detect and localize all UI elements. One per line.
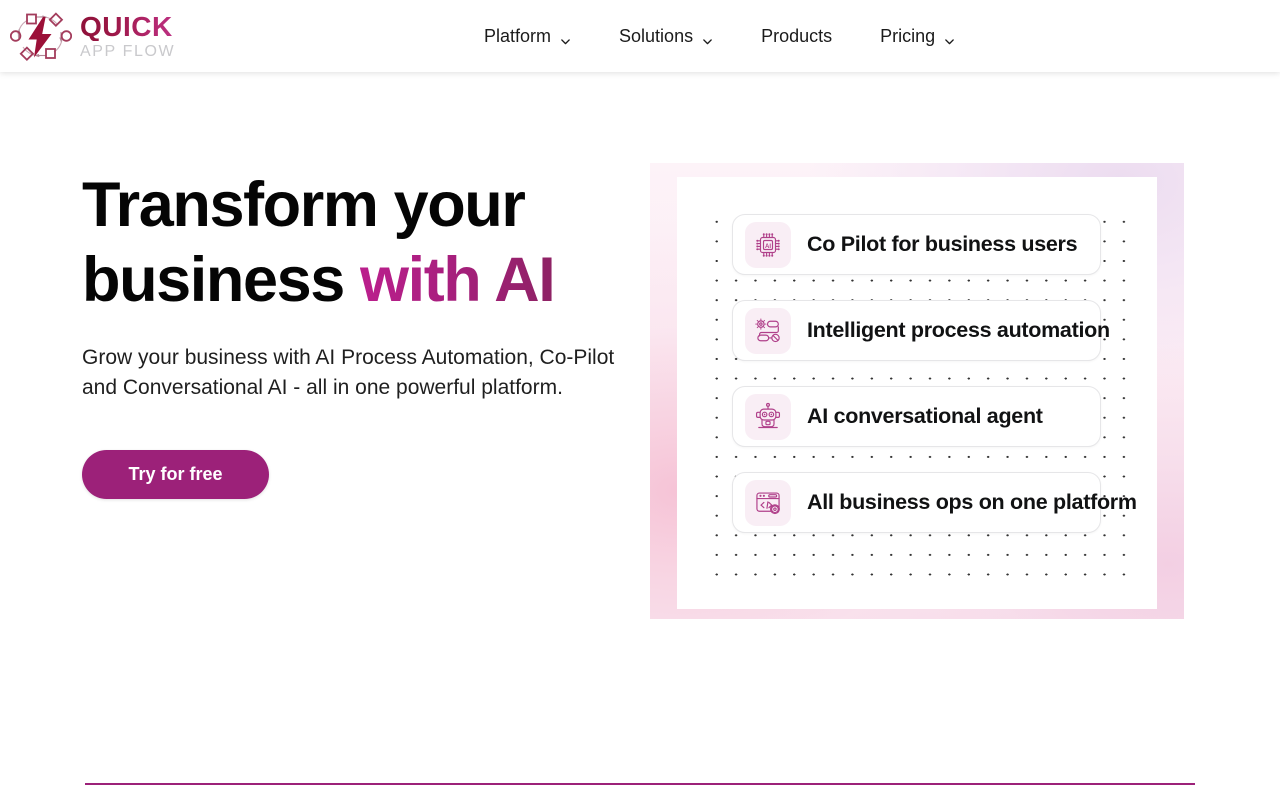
headline-line-1: Transform your	[82, 170, 526, 240]
hero-visual-inner-card: AI Co Pilot for business users Intellige…	[677, 177, 1157, 609]
hero-subheadline: Grow your business with AI Process Autom…	[82, 346, 615, 399]
feature-card-label: Co Pilot for business users	[807, 232, 1078, 256]
process-workflow-icon	[745, 307, 791, 354]
nav-item-solutions[interactable]: Solutions	[595, 0, 737, 72]
chevron-down-icon[interactable]	[702, 31, 713, 44]
chevron-down-icon[interactable]	[560, 31, 571, 44]
feature-card-label: All business ops on one platform	[807, 490, 1137, 514]
svg-text:AI: AI	[765, 243, 771, 249]
feature-card-all-business-ops[interactable]: All business ops on one platform	[732, 472, 1137, 533]
brand-name-primary: QUICK	[80, 12, 175, 41]
try-for-free-button[interactable]: Try for free	[82, 450, 269, 499]
feature-card-label: Intelligent process automation	[807, 318, 1110, 342]
hero-visual-panel: AI Co Pilot for business users Intellige…	[650, 163, 1184, 619]
nav-item-platform[interactable]: Platform	[460, 0, 595, 72]
ai-chip-icon: AI	[745, 221, 791, 268]
chevron-down-icon[interactable]	[944, 31, 955, 44]
nav-item-label: Platform	[484, 25, 552, 46]
headline-accent-text: with AI	[360, 245, 556, 315]
page-title: Transform your business with AI	[82, 168, 642, 318]
feature-card-conversational-agent[interactable]: AI conversational agent	[732, 386, 1101, 447]
feature-card-list: AI Co Pilot for business users Intellige…	[701, 208, 1137, 585]
site-header: QUICK APP FLOW Platform Solutions Produc…	[0, 0, 1280, 72]
nav-item-pricing[interactable]: Pricing	[856, 0, 979, 72]
lightning-flow-logo-icon	[9, 8, 73, 64]
main-navigation: Platform Solutions Products Pricing	[460, 0, 979, 72]
nav-item-label: Products	[761, 25, 833, 46]
nav-item-products[interactable]: Products	[737, 0, 856, 72]
feature-card-process-automation[interactable]: Intelligent process automation	[732, 300, 1110, 361]
feature-card-label: AI conversational agent	[807, 404, 1043, 428]
brand-name-secondary: APP FLOW	[80, 42, 176, 60]
hero-section: Transform your business with AI Grow you…	[0, 72, 1280, 785]
hero-copy-block: Transform your business with AI Grow you…	[82, 168, 642, 499]
browser-code-gear-icon	[745, 479, 791, 526]
nav-item-label: Pricing	[880, 25, 936, 46]
headline-line-2-plain: business	[82, 245, 361, 315]
brand-logo-link[interactable]: QUICK APP FLOW	[9, 0, 176, 72]
robot-icon	[745, 393, 791, 440]
nav-item-label: Solutions	[619, 25, 694, 46]
feature-card-co-pilot[interactable]: AI Co Pilot for business users	[732, 214, 1101, 275]
